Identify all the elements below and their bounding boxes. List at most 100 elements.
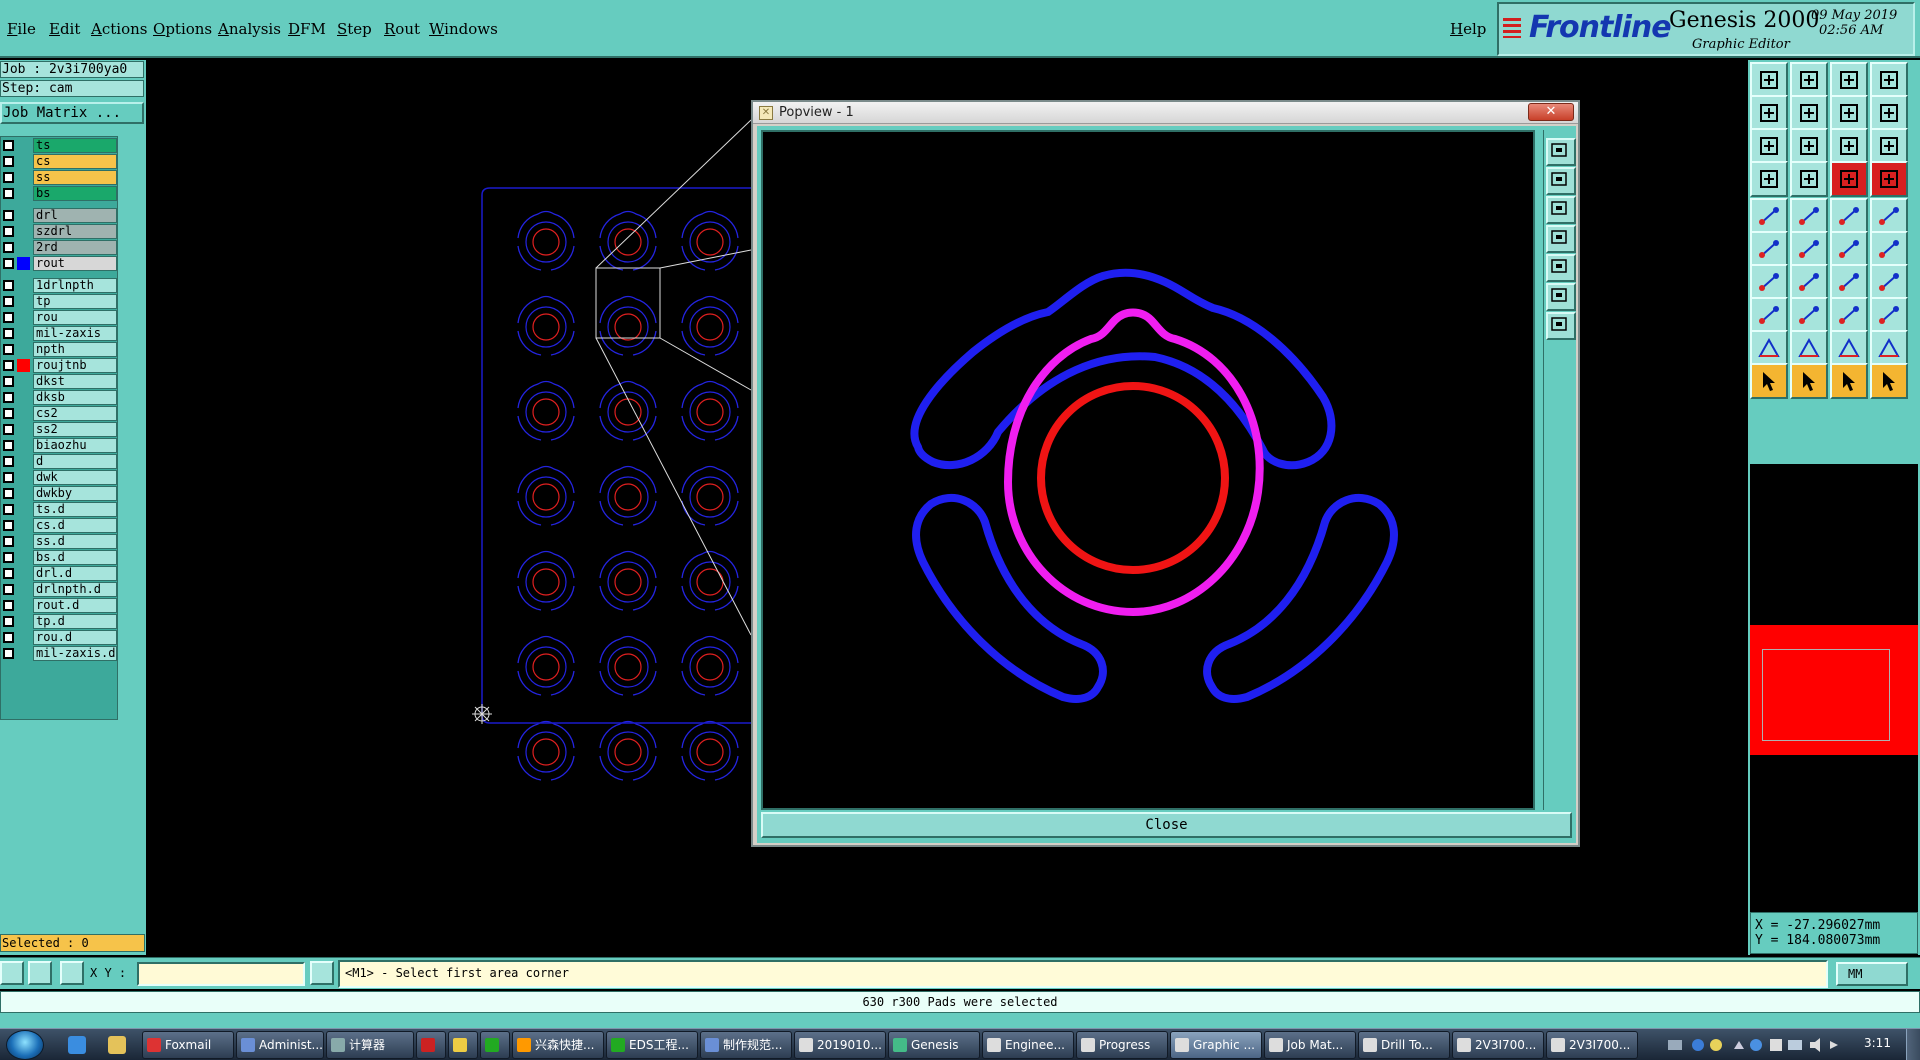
layer-name[interactable]: tp.d: [33, 614, 117, 629]
snap-icon[interactable]: [0, 961, 24, 985]
line-icon[interactable]: [1790, 297, 1828, 333]
sheet-icon[interactable]: [1830, 95, 1868, 131]
layer-checkbox[interactable]: [3, 188, 14, 199]
layer-name[interactable]: ss2: [33, 422, 117, 437]
pcb-pad[interactable]: [517, 465, 575, 526]
layer-row[interactable]: cs: [1, 154, 119, 169]
layer-row[interactable]: tp.d: [1, 614, 119, 629]
layer-checkbox[interactable]: [3, 616, 14, 627]
rout-top-slot[interactable]: [910, 268, 1336, 470]
layer-row[interactable]: tp: [1, 294, 119, 309]
layer-checkbox[interactable]: [3, 312, 14, 323]
minimap-viewport[interactable]: [1762, 649, 1890, 741]
layer-row[interactable]: dwkby: [1, 486, 119, 501]
layer-checkbox[interactable]: [3, 360, 14, 371]
menu-windows[interactable]: Windows: [429, 20, 498, 38]
layer-name[interactable]: bs.d: [33, 550, 117, 565]
layer-name[interactable]: drl: [33, 208, 117, 223]
taskbar-item[interactable]: 2019010...: [794, 1031, 886, 1059]
arc-icon[interactable]: [1830, 264, 1868, 300]
pcb-pad[interactable]: [517, 210, 575, 271]
layer-checkbox[interactable]: [3, 344, 14, 355]
layer-row[interactable]: ts.d: [1, 502, 119, 517]
taskbar-item[interactable]: [480, 1031, 510, 1059]
layer-row[interactable]: rou: [1, 310, 119, 325]
layer-row[interactable]: dwk: [1, 470, 119, 485]
zoom-back-icon[interactable]: [1546, 196, 1576, 224]
zoom-home-icon[interactable]: [1546, 167, 1576, 195]
layer-checkbox[interactable]: [3, 210, 14, 221]
layer-checkbox[interactable]: [3, 328, 14, 339]
popview-titlebar[interactable]: ✕ Popview - 1 ✕: [753, 102, 1578, 124]
menu-analysis[interactable]: Analysis: [218, 20, 281, 38]
xy-input[interactable]: [137, 962, 305, 986]
taskbar-item[interactable]: Progress: [1076, 1031, 1168, 1059]
ie-icon[interactable]: [68, 1036, 86, 1054]
layer-row[interactable]: dksb: [1, 390, 119, 405]
zoom-out-icon[interactable]: [1546, 312, 1576, 340]
layer-checkbox[interactable]: [3, 226, 14, 237]
layer-row[interactable]: drl.d: [1, 566, 119, 581]
taskbar-item[interactable]: Job Mat...: [1264, 1031, 1356, 1059]
tray-icons[interactable]: [1668, 1031, 1858, 1059]
layer-name[interactable]: rou.d: [33, 630, 117, 645]
grid-icon[interactable]: [60, 961, 84, 985]
pcb-pad[interactable]: [599, 550, 657, 611]
layer-checkbox[interactable]: [3, 488, 14, 499]
units-select[interactable]: MM: [1836, 962, 1908, 986]
popview-close-button[interactable]: Close: [761, 812, 1572, 838]
taskbar-item[interactable]: Drill To...: [1358, 1031, 1450, 1059]
layer-name[interactable]: d: [33, 454, 117, 469]
menu-help[interactable]: Help: [1450, 20, 1486, 38]
clock[interactable]: 3:11: [1864, 1036, 1891, 1050]
zoom-in-icon[interactable]: [1546, 283, 1576, 311]
ruler-icon[interactable]: [1830, 198, 1868, 234]
curve-icon[interactable]: [1870, 95, 1908, 131]
layer-row[interactable]: bs.d: [1, 550, 119, 565]
menu-edit[interactable]: Edit: [49, 20, 80, 38]
layer-color-swatch[interactable]: [17, 257, 30, 270]
menu-dfm[interactable]: DFM: [288, 20, 326, 38]
window-icon[interactable]: [1870, 62, 1908, 98]
popview-canvas[interactable]: [761, 130, 1535, 810]
measure-icon[interactable]: [1790, 161, 1828, 197]
pointer-path-icon[interactable]: [1870, 363, 1908, 399]
layer-row[interactable]: biaozhu: [1, 438, 119, 453]
fit-screen-icon[interactable]: [1750, 128, 1788, 164]
pcb-pad[interactable]: [681, 550, 739, 611]
layer-checkbox[interactable]: [3, 536, 14, 547]
layer-checkbox[interactable]: [3, 408, 14, 419]
layer-checkbox[interactable]: [3, 568, 14, 579]
menu-actions[interactable]: Actions: [91, 20, 147, 38]
layer-row[interactable]: 2rd: [1, 240, 119, 255]
layer-checkbox[interactable]: [3, 296, 14, 307]
box-icon[interactable]: [1750, 297, 1788, 333]
menu-step[interactable]: Step: [337, 20, 372, 38]
split-red-icon[interactable]: [1830, 161, 1868, 197]
triangle-a2-icon[interactable]: [1870, 330, 1908, 366]
layer-row[interactable]: mil-zaxis.d: [1, 646, 119, 661]
pcb-pad[interactable]: [681, 465, 739, 526]
layer-name[interactable]: npth: [33, 342, 117, 357]
layer-row[interactable]: npth: [1, 342, 119, 357]
layer-name[interactable]: ss: [33, 170, 117, 185]
taskbar-item[interactable]: [448, 1031, 478, 1059]
layer-checkbox[interactable]: [3, 258, 14, 269]
layer-name[interactable]: mil-zaxis.d: [33, 646, 117, 661]
layer-checkbox[interactable]: [3, 140, 14, 151]
taskbar-item[interactable]: 2V3I700...: [1452, 1031, 1544, 1059]
move-icon[interactable]: [1830, 297, 1868, 333]
layer-name[interactable]: rout: [33, 256, 117, 271]
fit-vertical-icon[interactable]: [1790, 128, 1828, 164]
layer-name[interactable]: 1drlnpth: [33, 278, 117, 293]
pcb-pad[interactable]: [681, 720, 739, 781]
pcb-pad[interactable]: [599, 720, 657, 781]
home-icon[interactable]: [1830, 62, 1868, 98]
slope-icon[interactable]: [1790, 264, 1828, 300]
layer-row[interactable]: dkst: [1, 374, 119, 389]
layer-row[interactable]: cs2: [1, 406, 119, 421]
layer-name[interactable]: cs2: [33, 406, 117, 421]
layer-checkbox[interactable]: [3, 584, 14, 595]
taskbar-item[interactable]: Foxmail: [142, 1031, 234, 1059]
pan-left-icon[interactable]: [1750, 95, 1788, 131]
